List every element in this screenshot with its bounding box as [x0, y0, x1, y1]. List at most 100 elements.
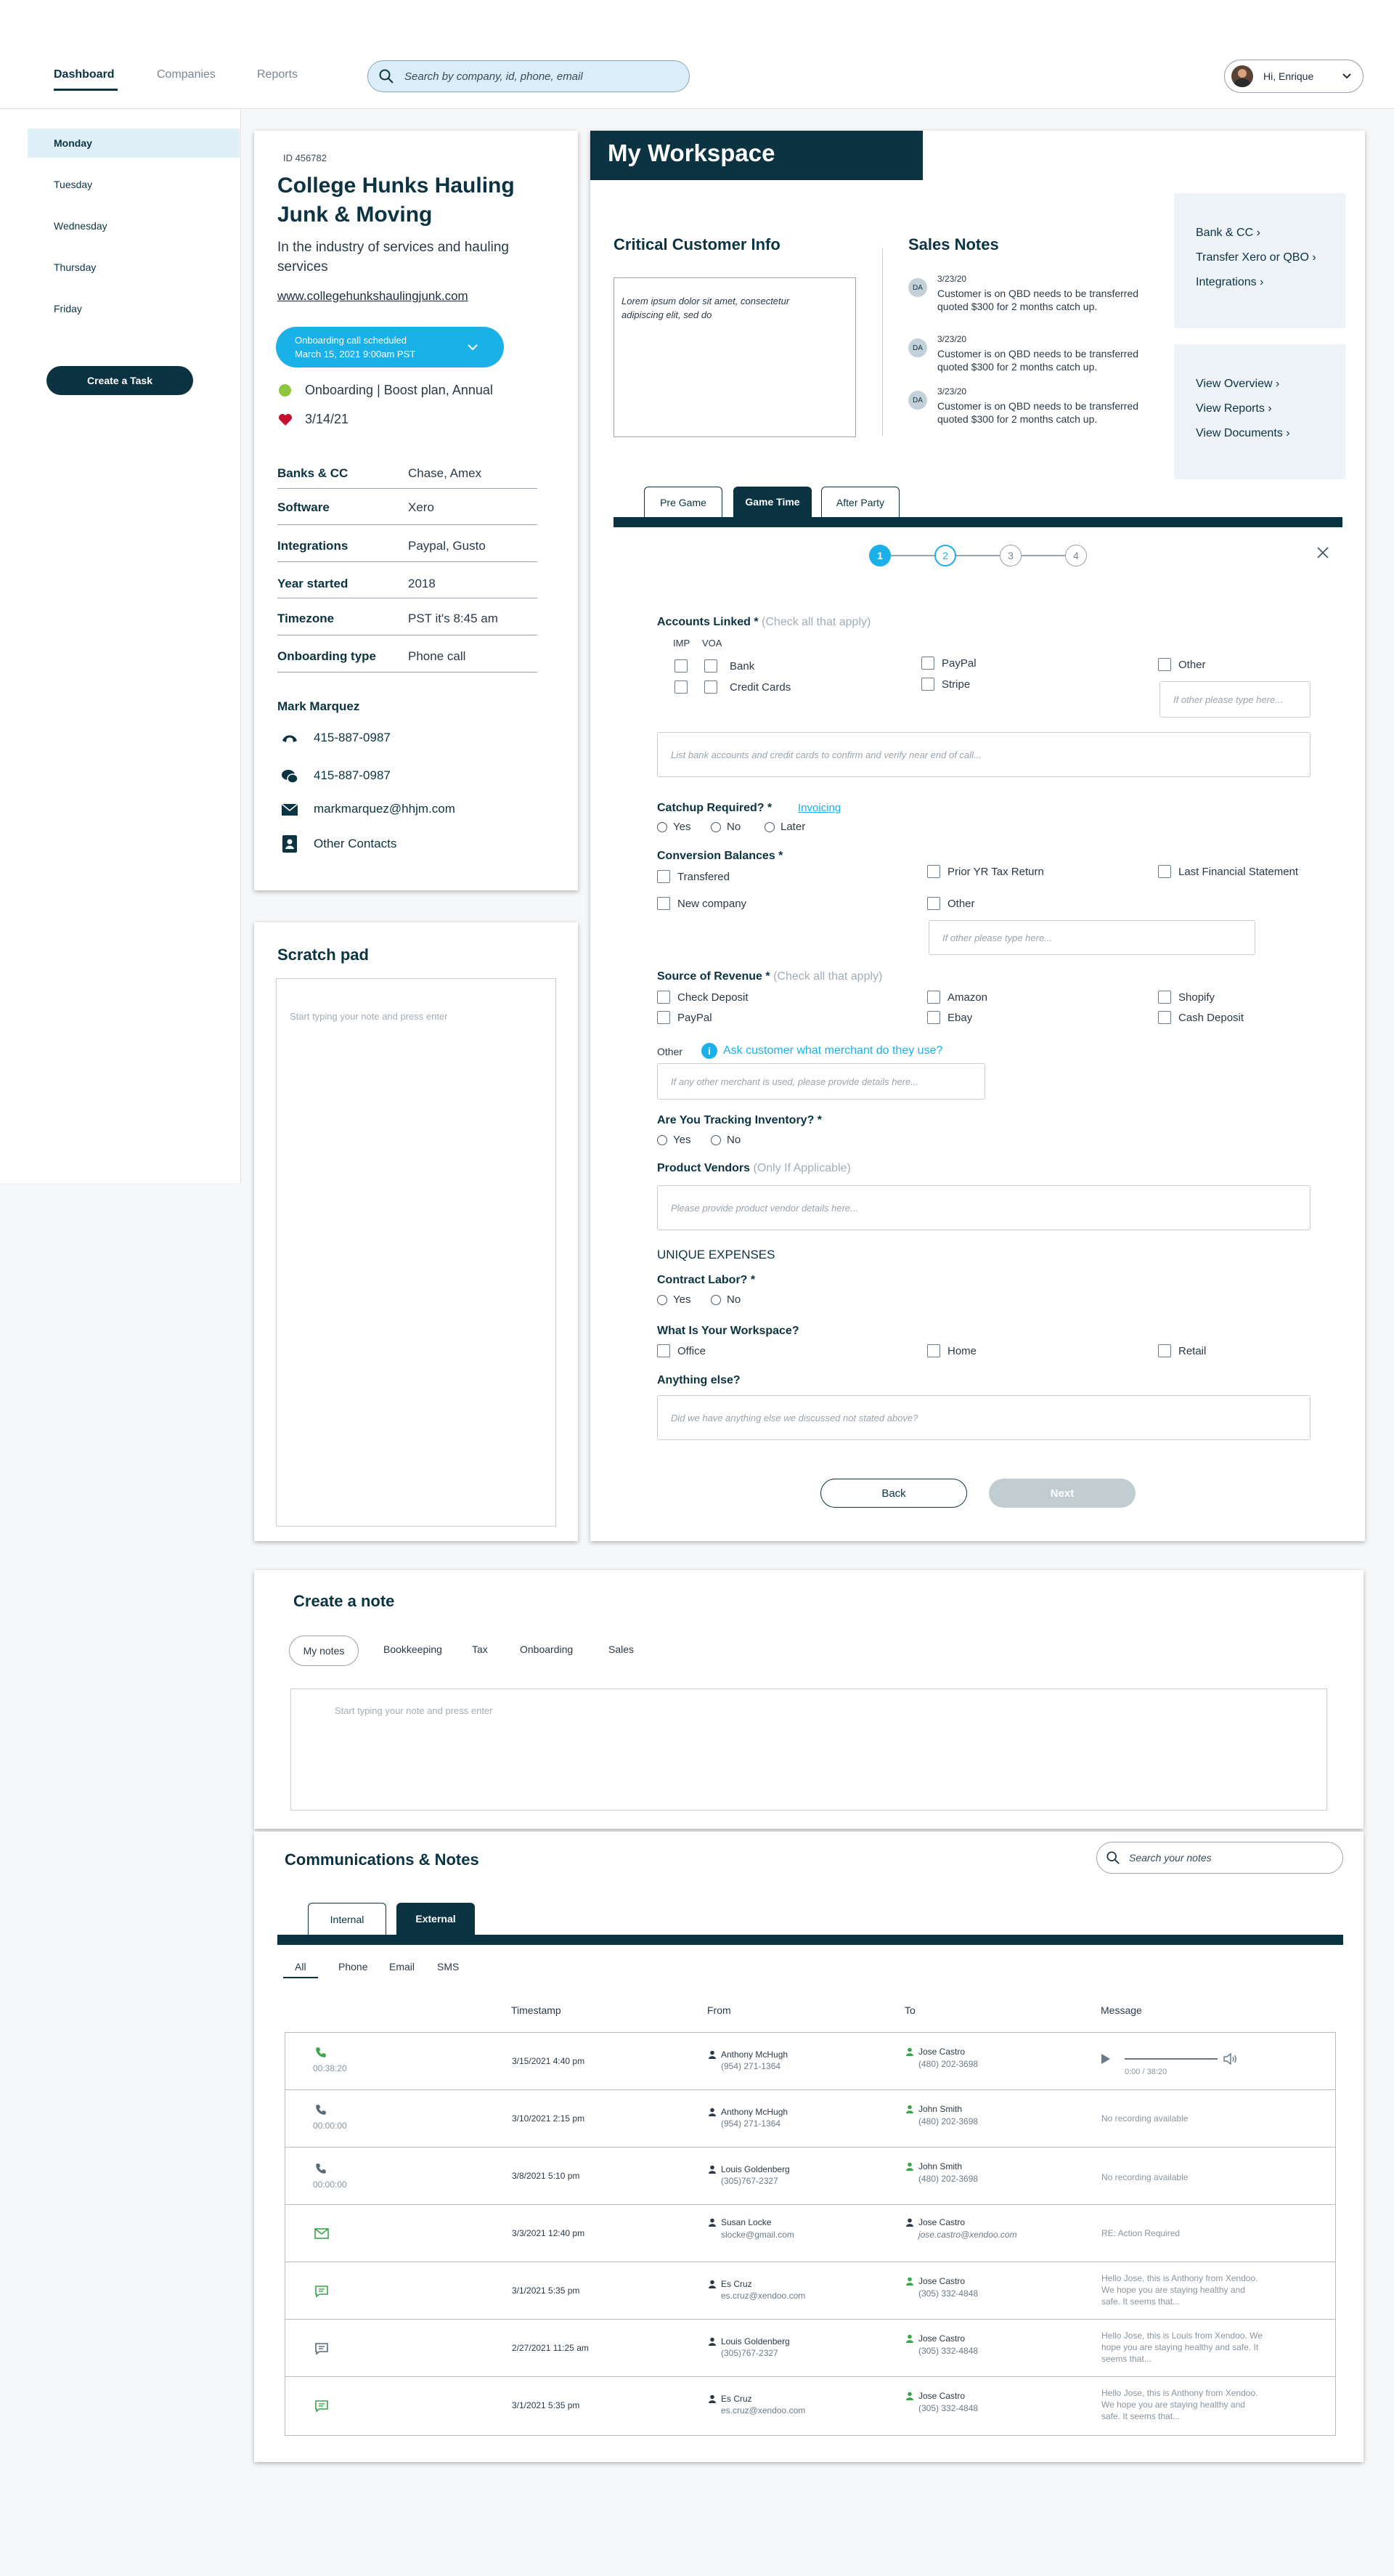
note-input[interactable]: Start typing your note and press enter — [290, 1689, 1327, 1811]
table-row[interactable]: 3/1/2021 5:35 pm Es Cruz es.cruz@xendoo.… — [285, 2377, 1335, 2435]
link-bank-cc[interactable]: Bank & CC › — [1196, 227, 1260, 240]
onboarding-call-dropdown[interactable]: Onboarding call scheduled March 15, 2021… — [276, 327, 504, 367]
step-3[interactable]: 3 — [1000, 545, 1022, 566]
contact-phone[interactable]: 415-887-0987 — [314, 731, 391, 745]
table-row[interactable]: 3/3/2021 12:40 pm Susan Locke slocke@gma… — [285, 2205, 1335, 2262]
voa-bank-checkbox[interactable] — [704, 659, 717, 673]
notes-search-bar[interactable]: Search your notes — [1096, 1842, 1343, 1874]
new-company-checkbox[interactable]: New company — [657, 897, 746, 910]
call-duration: 00:38:20 — [313, 2063, 347, 2073]
other-contacts-link[interactable]: Other Contacts — [314, 837, 396, 851]
prior-yr-checkbox[interactable]: Prior YR Tax Return — [927, 865, 1044, 878]
paypal-source-checkbox[interactable]: PayPal — [657, 1011, 712, 1024]
inventory-yes-radio[interactable]: Yes — [657, 1134, 690, 1146]
step-1[interactable]: 1 — [869, 545, 891, 566]
create-task-button[interactable]: Create a Task — [46, 366, 193, 395]
cash-deposit-checkbox[interactable]: Cash Deposit — [1158, 1011, 1244, 1024]
note-tab-sales[interactable]: Sales — [608, 1643, 634, 1655]
search-icon — [379, 69, 394, 84]
link-transfer[interactable]: Transfer Xero or QBO › — [1196, 251, 1316, 264]
imp-bank-checkbox[interactable] — [674, 659, 688, 673]
person-icon — [906, 2162, 913, 2171]
invoicing-link[interactable]: Invoicing — [798, 802, 841, 814]
other-checkbox[interactable]: Other — [1158, 658, 1206, 671]
source-label: Source of Revenue * (Check all that appl… — [657, 970, 883, 983]
sidebar-item-thursday[interactable]: Thursday — [54, 261, 96, 273]
link-view-overview[interactable]: View Overview › — [1196, 378, 1279, 391]
ebay-checkbox[interactable]: Ebay — [927, 1011, 972, 1024]
tab-external[interactable]: External — [396, 1903, 475, 1935]
table-row[interactable]: 00:00:00 3/10/2021 2:15 pm Anthony McHug… — [285, 2090, 1335, 2148]
conversion-other-checkbox[interactable]: Other — [927, 897, 975, 910]
merchant-input[interactable]: If any other merchant is used, please pr… — [657, 1063, 985, 1100]
filter-phone[interactable]: Phone — [338, 1961, 367, 1972]
stripe-checkbox[interactable]: Stripe — [921, 678, 970, 691]
table-row[interactable]: 2/27/2021 11:25 am Louis Goldenberg (305… — [285, 2320, 1335, 2377]
step-2[interactable]: 2 — [934, 545, 956, 566]
volume-icon[interactable] — [1223, 2053, 1238, 2065]
note-tab-my-notes[interactable]: My notes — [289, 1636, 359, 1666]
contact-email[interactable]: markmarquez@hhjm.com — [314, 802, 455, 816]
note-tab-tax[interactable]: Tax — [472, 1643, 488, 1655]
contact-sms[interactable]: 415-887-0987 — [314, 768, 391, 783]
filter-email[interactable]: Email — [389, 1961, 415, 1972]
imp-credit-checkbox[interactable] — [674, 680, 688, 694]
conversion-other-input[interactable]: If other please type here... — [929, 920, 1255, 955]
tab-reports[interactable]: Reports — [257, 68, 298, 81]
search-bar[interactable]: Search by company, id, phone, email — [367, 60, 690, 92]
transfered-checkbox[interactable]: Transfered — [657, 870, 730, 883]
sidebar-item-tuesday[interactable]: Tuesday — [54, 179, 92, 190]
retail-checkbox[interactable]: Retail — [1158, 1344, 1206, 1357]
accounts-list-input[interactable]: List bank accounts and credit cards to c… — [657, 732, 1311, 777]
filter-sms[interactable]: SMS — [437, 1961, 459, 1972]
last-financial-checkbox[interactable]: Last Financial Statement — [1158, 865, 1298, 878]
table-row[interactable]: 00:38:20 3/15/2021 4:40 pm Anthony McHug… — [285, 2033, 1335, 2090]
link-integrations[interactable]: Integrations › — [1196, 276, 1263, 289]
play-icon[interactable] — [1101, 2054, 1110, 2064]
audio-progress-track[interactable] — [1125, 2058, 1218, 2060]
catchup-later-radio[interactable]: Later — [765, 821, 805, 833]
tab-companies[interactable]: Companies — [157, 68, 216, 81]
tab-after-party[interactable]: After Party — [821, 487, 900, 517]
office-checkbox[interactable]: Office — [657, 1344, 706, 1357]
next-button[interactable]: Next — [989, 1479, 1136, 1508]
contract-no-radio[interactable]: No — [711, 1293, 741, 1306]
contract-yes-radio[interactable]: Yes — [657, 1293, 690, 1306]
sidebar-item-wednesday[interactable]: Wednesday — [54, 220, 107, 232]
tab-dashboard[interactable]: Dashboard — [54, 68, 115, 81]
home-checkbox[interactable]: Home — [927, 1344, 977, 1357]
table-row[interactable]: 3/1/2021 5:35 pm Es Cruz es.cruz@xendoo.… — [285, 2262, 1335, 2320]
notes-search-input[interactable]: Search your notes — [1129, 1852, 1212, 1864]
check-deposit-checkbox[interactable]: Check Deposit — [657, 991, 749, 1004]
anything-input[interactable]: Did we have anything else we discussed n… — [657, 1395, 1311, 1440]
company-website[interactable]: www.collegehunkshaulingjunk.com — [277, 289, 468, 304]
sidebar-item-friday[interactable]: Friday — [54, 303, 82, 314]
voa-credit-checkbox[interactable] — [704, 680, 717, 694]
note-tab-onboarding[interactable]: Onboarding — [520, 1643, 573, 1655]
back-button[interactable]: Back — [820, 1479, 967, 1508]
tab-internal[interactable]: Internal — [308, 1903, 386, 1935]
scratch-pad-input[interactable]: Start typing your note and press enter — [276, 978, 556, 1527]
link-view-documents[interactable]: View Documents › — [1196, 427, 1290, 440]
user-menu[interactable]: Hi, Enrique — [1224, 60, 1364, 93]
catchup-yes-radio[interactable]: Yes — [657, 821, 690, 833]
search-input[interactable]: Search by company, id, phone, email — [404, 70, 583, 83]
accounts-other-input[interactable]: If other please type here... — [1159, 681, 1311, 718]
filter-all[interactable]: All — [295, 1961, 306, 1972]
catchup-no-radio[interactable]: No — [711, 821, 741, 833]
close-icon[interactable] — [1316, 546, 1329, 559]
audio-player[interactable]: 0:00 / 38:20 — [1100, 2049, 1252, 2078]
paypal-checkbox[interactable]: PayPal — [921, 657, 977, 670]
note-tab-bookkeeping[interactable]: Bookkeeping — [383, 1643, 442, 1655]
amazon-checkbox[interactable]: Amazon — [927, 991, 987, 1004]
tab-pre-game[interactable]: Pre Game — [644, 487, 722, 517]
critical-info-box[interactable]: Lorem ipsum dolor sit amet, consectetur … — [614, 277, 856, 437]
row-from-sub: slocke@gmail.com — [721, 2230, 794, 2240]
link-view-reports[interactable]: View Reports › — [1196, 402, 1272, 415]
vendors-input[interactable]: Please provide product vendor details he… — [657, 1185, 1311, 1230]
step-4[interactable]: 4 — [1065, 545, 1087, 566]
tab-game-time[interactable]: Game Time — [733, 487, 812, 517]
table-row[interactable]: 00:00:00 3/8/2021 5:10 pm Louis Goldenbe… — [285, 2148, 1335, 2205]
inventory-no-radio[interactable]: No — [711, 1134, 741, 1146]
shopify-checkbox[interactable]: Shopify — [1158, 991, 1215, 1004]
